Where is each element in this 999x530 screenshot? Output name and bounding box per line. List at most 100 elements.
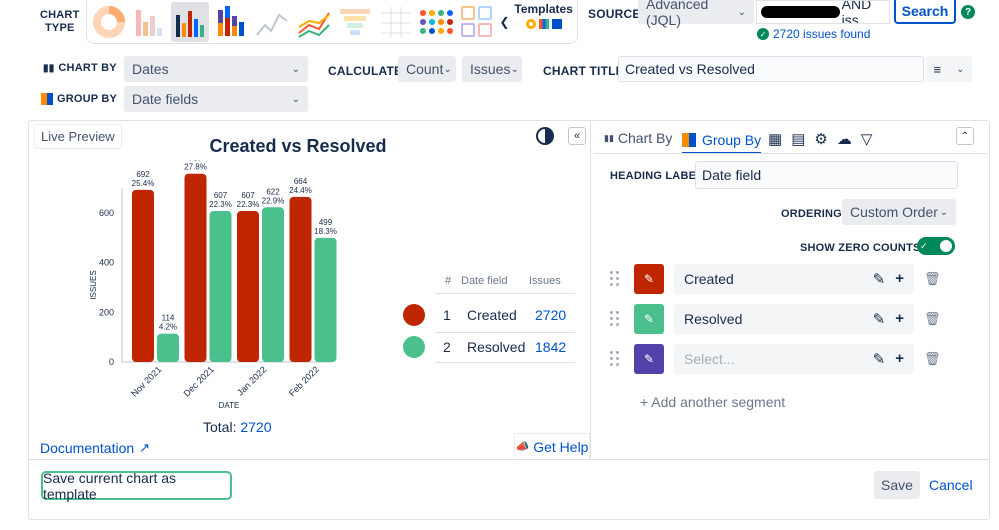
title-align-menu[interactable]: ≡ ⌄ [926,56,972,82]
cards-chart-icon[interactable] [459,3,495,41]
drag-handle-icon[interactable] [610,351,620,367]
segment-field[interactable]: Created ✎ + [674,264,914,294]
redacted-text [761,6,840,18]
source-label: SOURCE [588,7,641,21]
calculate-field-select[interactable]: Issues ⌄ [462,56,522,82]
bar-value-label: 622 [266,187,280,196]
search-button[interactable]: Search [894,0,956,24]
stacked-bar-chart-icon[interactable] [213,3,249,41]
edit-pencil-icon[interactable]: ✎ [873,270,886,288]
filter-icon[interactable]: ▽ [861,130,873,148]
documentation-link[interactable]: Documentation ↗ [40,440,150,456]
bar-percent-label: 22.3% [237,200,260,209]
tab-chart-by[interactable]: ▮▮ Chart By [604,130,672,146]
trash-icon[interactable]: 🗑 [924,351,941,367]
multi-line-chart-icon[interactable] [295,3,333,41]
calculate-select[interactable]: Count ⌄ [398,56,456,82]
bar-percent-label: 22.9% [262,196,285,205]
legend-color-dot [403,336,425,358]
eyedropper-icon: ✎ [643,272,655,286]
tab-group-by[interactable]: Group By [682,128,762,154]
divider [435,362,575,363]
drag-handle-icon[interactable] [610,271,620,287]
cancel-button[interactable]: Cancel [929,477,973,493]
settings-gear-icon[interactable]: ⚙ [814,130,827,148]
segment-field[interactable]: Resolved ✎ + [674,304,914,334]
add-icon[interactable]: + [895,310,904,328]
table-icon[interactable]: ▦ [768,130,782,148]
check-circle-icon: ✓ [757,28,769,40]
bar-value-label: 607 [241,191,255,200]
donut-chart-icon[interactable] [91,3,127,41]
show-zero-counts-toggle[interactable]: ✓ [917,237,955,255]
save-button[interactable]: Save [874,471,920,499]
jql-input[interactable]: AND iss [756,0,890,24]
chart-total: Total: 2720 [203,419,272,435]
chart-title-input[interactable]: Created vs Resolved [618,56,924,82]
color-picker-button[interactable]: ✎ [634,264,664,294]
heading-label-input[interactable]: Date field [695,161,958,189]
scroll-left-icon[interactable]: ❮ [499,15,510,29]
add-icon[interactable]: + [895,270,904,288]
show-zero-counts-label: SHOW ZERO COUNTS [800,242,921,254]
segment-field[interactable]: Select... ✎ + [674,344,914,374]
x-axis-label: DATE [219,401,240,410]
color-picker-button[interactable]: ✎ [634,304,664,334]
bar-created [289,196,312,362]
dot-matrix-chart-icon[interactable] [419,3,455,41]
add-segment-link[interactable]: + Add another segment [640,394,785,410]
divider [29,459,989,460]
help-icon[interactable]: ? [961,5,975,19]
templates-button[interactable]: Templates [514,2,573,42]
trash-icon[interactable]: 🗑 [924,271,941,287]
bar-percent-label: 25.4% [132,179,155,188]
legend-row[interactable]: 2 Resolved 1842 [403,332,575,362]
bar-resolved [209,211,232,362]
group-by-icon [41,93,53,105]
issues-link[interactable]: 2720 [535,307,566,323]
bar-resolved [157,333,179,362]
chevron-down-icon: ⌄ [443,63,452,75]
chevron-down-icon: ⌄ [291,63,300,75]
drag-handle-icon[interactable] [610,311,620,327]
cloud-upload-icon[interactable]: ☁ [837,130,852,148]
external-link-icon: ↗ [139,440,151,455]
add-icon[interactable]: + [895,350,904,368]
legend-row[interactable]: 1 Created 2720 [403,298,575,332]
x-tick-label: Feb 2022 [287,364,321,398]
bar-value-label: 664 [294,177,308,186]
group-by-select[interactable]: Date fields ⌄ [124,86,308,112]
color-picker-button[interactable]: ✎ [634,344,664,374]
bar-percent-label: 24.4% [289,186,312,195]
get-help-button[interactable]: 📣 Get Help [514,433,590,459]
templates-icon [514,18,573,29]
calculate-label: CALCULATE [328,64,403,78]
table-chart-icon[interactable] [377,3,415,41]
issues-link[interactable]: 1842 [535,339,566,355]
issues-found-link[interactable]: 2720 issues found [773,27,870,41]
chart-title-label: CHART TITLE [543,64,624,78]
collapse-panel-icon[interactable]: « [568,127,586,145]
align-icon: ≡ [933,61,942,77]
segment-row: ✎ Resolved ✎ + 🗑 [608,304,958,334]
source-select[interactable]: Advanced (JQL) ⌄ [638,0,754,28]
edit-pencil-icon[interactable]: ✎ [873,350,886,368]
ordering-label: ORDERING [781,208,842,220]
issues-found-status: ✓ 2720 issues found [757,27,870,41]
grouped-bar-chart-icon[interactable] [171,1,209,42]
expand-panel-icon[interactable]: ⌃ [956,127,974,145]
edit-pencil-icon[interactable]: ✎ [873,310,886,328]
bar-chart-icon[interactable] [131,3,167,41]
chart-by-select[interactable]: Dates ⌄ [124,56,308,82]
segment-list: ✎ Created ✎ + 🗑 ✎ Resolved ✎ + 🗑 ✎ Select.… [608,264,958,384]
ordering-select[interactable]: Custom Order ⌄ [842,199,956,225]
save-template-button[interactable]: Save current chart as template [41,470,232,502]
trash-icon[interactable]: 🗑 [924,311,941,327]
chart-type-picker: ❮ Templates [86,0,578,44]
line-chart-icon[interactable] [253,3,291,41]
group-by-icon [682,133,696,147]
funnel-chart-icon[interactable] [337,3,373,41]
y-tick-label: 0 [109,357,114,367]
bar-percent-label: 22.3% [209,200,232,209]
comment-icon[interactable]: ▤ [791,130,805,148]
